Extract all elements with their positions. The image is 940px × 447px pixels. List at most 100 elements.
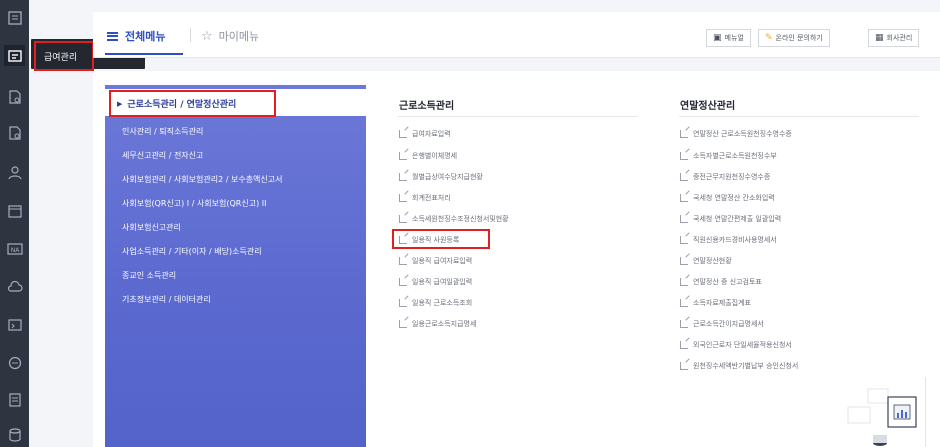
office-illustration: [847, 377, 926, 447]
menu-link-label: 원천징수세액반기별납부 승인신청서: [693, 362, 799, 370]
external-link-icon: [399, 130, 407, 138]
external-link-icon: [680, 173, 688, 181]
external-link-icon: [399, 257, 407, 265]
external-link-icon: [399, 215, 407, 223]
document-settings-icon[interactable]: [4, 122, 25, 143]
external-link-icon: [680, 194, 688, 202]
payroll-icon[interactable]: [4, 45, 25, 66]
menu-link[interactable]: 외국인근로자 단일세율적용신청서: [680, 340, 792, 350]
category-item[interactable]: 종교인 소득관리: [122, 270, 176, 281]
menu-link[interactable]: 회계전표처리: [399, 193, 451, 203]
external-link-icon: [399, 194, 407, 202]
company-icon: ▦: [875, 33, 884, 43]
menu-link[interactable]: 월별급상여수당지급현황: [399, 172, 483, 182]
menu-link[interactable]: 급여자료입력: [399, 129, 451, 139]
menu-link[interactable]: 원천징수세액반기별납부 승인신청서: [680, 361, 798, 371]
tab-all-menu[interactable]: 전체메뉴: [107, 28, 165, 44]
menu-link[interactable]: 일용직 근로소득조회: [399, 298, 472, 308]
flyout-label-payroll[interactable]: 급여관리: [34, 41, 94, 71]
menu-link[interactable]: 소득자별근로소득원천징수부: [680, 151, 777, 161]
category-item[interactable]: 사회보험(QR신고) I / 사회보험(QR신고) II: [122, 198, 266, 209]
tab-my-menu[interactable]: ☆ 마이메뉴: [201, 28, 259, 44]
column-divider: [398, 116, 638, 117]
column-title-earned-income: 근로소득관리: [399, 101, 455, 112]
na-icon[interactable]: NA: [4, 238, 25, 259]
category-item[interactable]: 기초정보관리 / 데이터관리: [122, 294, 211, 305]
menu-link-label: 회계전표처리: [412, 194, 451, 202]
app-window: NA 급여관리 전체메뉴 ☆ 마이메뉴 ▣ 메뉴얼 ✎ 온라인 문의하기 ▦ 회…: [0, 0, 940, 447]
external-link-icon: [680, 215, 688, 223]
menu-link[interactable]: 중전근무지원천징수영수증: [680, 172, 770, 182]
menu-link-label: 월별급상여수당지급현황: [412, 173, 483, 181]
menu-link[interactable]: 직원신용카드경비사용명세서: [680, 235, 777, 245]
menu-link-label: 소득세원천징수조정신청서및현황: [412, 215, 509, 223]
menu-link-label: 일용직 근로소득조회: [412, 299, 473, 307]
menu-link[interactable]: 은행별이체명세: [399, 151, 457, 161]
external-link-icon: [680, 362, 688, 370]
database-icon[interactable]: [4, 424, 25, 445]
manual-button-label: 메뉴얼: [724, 34, 744, 42]
external-link-icon: [680, 257, 688, 265]
company-management-button[interactable]: ▦ 회사관리: [868, 29, 920, 47]
menu-link[interactable]: 일용근로소득지급명세: [399, 319, 476, 329]
external-link-icon: [680, 341, 688, 349]
category-item[interactable]: 사회보험신고관리: [122, 222, 181, 233]
menu-link-label: 국세청 연말간편제출 일괄입력: [693, 215, 782, 223]
external-link-icon: [399, 152, 407, 160]
menu-link-label: 국세청 연말정산 간소화입력: [693, 194, 775, 202]
active-tab-indicator: [105, 53, 183, 55]
highlight-box: [392, 229, 490, 249]
online-inquiry-button[interactable]: ✎ 온라인 문의하기: [758, 29, 830, 47]
menu-link-label: 직원신용카드경비사용명세서: [693, 236, 777, 244]
calendar-icon[interactable]: [4, 200, 25, 221]
person-icon[interactable]: [4, 162, 25, 183]
chat-icon[interactable]: [4, 352, 25, 373]
tab-all-menu-label: 전체메뉴: [125, 30, 166, 43]
ledger-icon[interactable]: [4, 7, 25, 28]
menu-link[interactable]: 일용직 급여일괄입력: [399, 277, 472, 287]
menu-link-label: 연말정산현황: [693, 257, 732, 265]
terminal-icon[interactable]: [4, 314, 25, 335]
category-item[interactable]: 세무신고관리 / 전자신고: [122, 150, 203, 161]
tab-divider: [190, 28, 191, 42]
cloud-icon[interactable]: [4, 276, 25, 297]
category-item[interactable]: 사회보험관리 / 사회보험관리2 / 보수총액신고서: [122, 174, 283, 185]
list-icon[interactable]: [4, 389, 25, 410]
menu-link[interactable]: 일용직 급여자료입력: [399, 256, 472, 266]
menu-link[interactable]: 근로소득간이지급명세서: [680, 319, 764, 329]
menu-link-label: 급여자료입력: [412, 130, 451, 138]
star-icon: ☆: [201, 28, 213, 44]
column-title-year-end: 연말정산관리: [680, 101, 736, 112]
pencil-icon: ✎: [765, 33, 773, 43]
document-settings-icon[interactable]: [4, 86, 25, 107]
menu-link-label: 소득자료제출집계표: [693, 299, 751, 307]
menu-link-label: 일용직 급여일괄입력: [412, 278, 473, 286]
external-link-icon: [399, 320, 407, 328]
menu-link[interactable]: 연말정산 근로소득원천징수영수증: [680, 129, 792, 139]
category-pane: ▶ 근로소득관리 / 연말정산관리 인사관리 / 퇴직소득관리 세무신고관리 /…: [105, 85, 366, 447]
external-link-icon: [680, 320, 688, 328]
category-item-active[interactable]: ▶ 근로소득관리 / 연말정산관리: [109, 90, 276, 117]
menu-link[interactable]: 소득자료제출집계표: [680, 298, 751, 308]
menu-link[interactable]: 국세청 연말정산 간소화입력: [680, 193, 775, 203]
menu-link-label: 중전근무지원천징수영수증: [693, 173, 771, 181]
menu-link-label: 연말정산 중 신고검토표: [693, 278, 762, 286]
menu-link-label: 일용근로소득지급명세: [412, 320, 477, 328]
external-link-icon: [680, 299, 688, 307]
category-item[interactable]: 사업소득관리 / 기타(이자 / 배당)소득관리: [122, 246, 262, 257]
menu-link-label: 근로소득간이지급명세서: [693, 320, 764, 328]
top-menu-bar: 전체메뉴 ☆ 마이메뉴 ▣ 메뉴얼 ✎ 온라인 문의하기 ▦ 회사관리: [93, 12, 940, 58]
category-active-label: 근로소득관리 / 연말정산관리: [127, 100, 237, 110]
external-link-icon: [399, 299, 407, 307]
column-divider: [679, 116, 919, 117]
menu-link[interactable]: 소득세원천징수조정신청서및현황: [399, 214, 509, 224]
menu-link-label: 소득자별근로소득원천징수부: [693, 152, 777, 160]
external-link-icon: [680, 278, 688, 286]
external-link-icon: [680, 236, 688, 244]
menu-link[interactable]: 국세청 연말간편제출 일괄입력: [680, 214, 781, 224]
menu-link[interactable]: 연말정산 중 신고검토표: [680, 277, 762, 287]
tab-my-menu-label: 마이메뉴: [218, 30, 260, 43]
manual-button[interactable]: ▣ 메뉴얼: [706, 29, 751, 47]
category-item[interactable]: 인사관리 / 퇴직소득관리: [122, 126, 203, 137]
menu-link[interactable]: 연말정산현황: [680, 256, 732, 266]
